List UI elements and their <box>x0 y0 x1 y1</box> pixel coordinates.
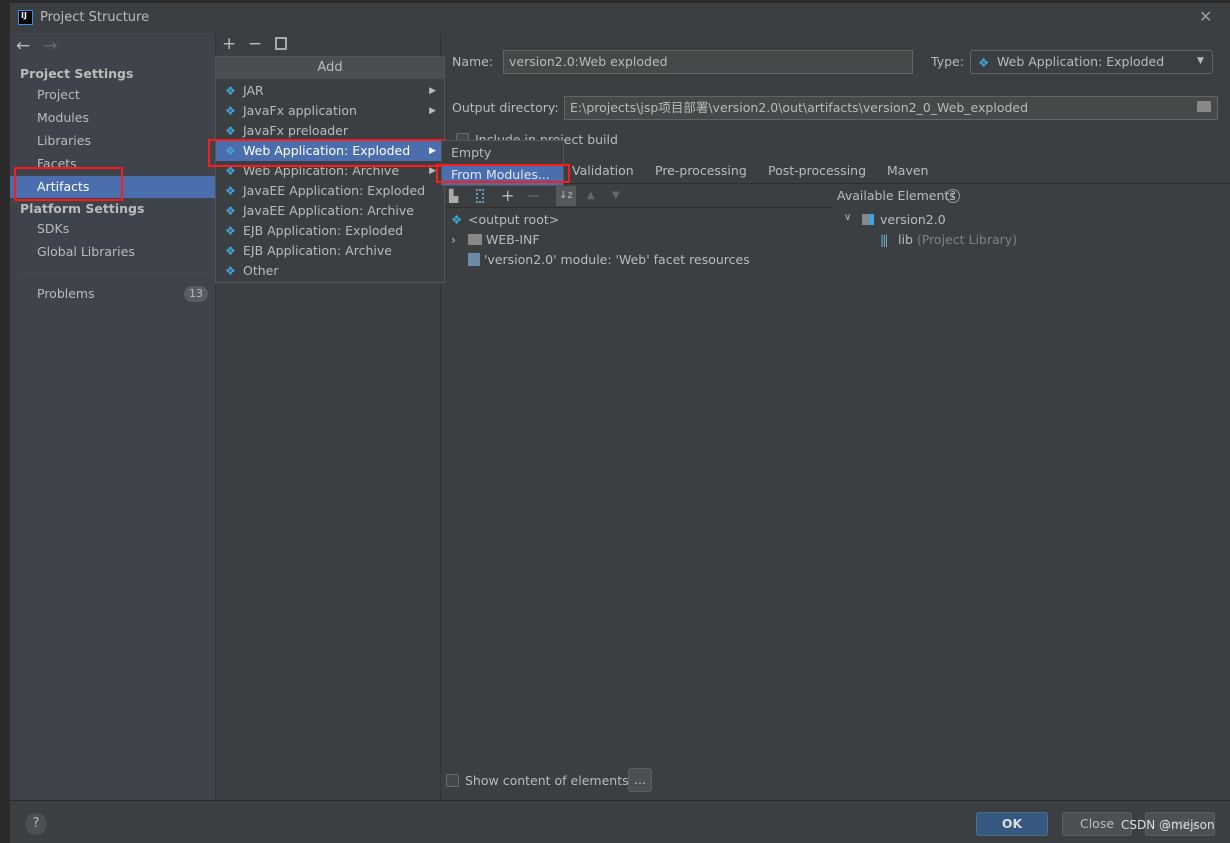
tree-output-root[interactable]: <output root> <box>468 212 559 227</box>
section-platform-settings: Platform Settings <box>20 201 145 216</box>
submenu-arrow-icon: ▶ <box>429 106 436 116</box>
tab-pre-processing[interactable]: Pre-processing <box>655 161 747 181</box>
label: EJB Application: Exploded <box>243 223 404 238</box>
remove-icon[interactable]: − <box>248 34 262 54</box>
menu-item-other[interactable]: ❖ Other <box>216 261 444 281</box>
sidebar-item-project[interactable]: Project <box>37 85 80 105</box>
remove-element-icon[interactable]: − <box>527 186 540 205</box>
name-label: Name: <box>452 54 494 69</box>
artifact-icon: ❖ <box>225 84 236 98</box>
lib-label: lib <box>898 232 913 247</box>
folder-icon[interactable] <box>1197 101 1211 112</box>
archive-icon[interactable] <box>476 189 484 203</box>
tab-maven[interactable]: Maven <box>887 161 928 181</box>
watermark: CSDN @mejson <box>1121 818 1215 832</box>
window-title: Project Structure <box>40 10 150 25</box>
problems-badge: 13 <box>184 286 208 302</box>
javaee-icon: ❖ <box>225 204 236 218</box>
submenu-item-empty[interactable]: Empty <box>442 142 563 163</box>
tab-post-processing[interactable]: Post-processing <box>768 161 866 181</box>
ellipsis-button[interactable]: ... <box>628 768 652 792</box>
library-icon: ||| <box>880 232 889 247</box>
tree-facet-resources[interactable]: 'version2.0' module: 'Web' facet resourc… <box>484 252 750 267</box>
available-elements-title: Available Elements <box>837 188 956 203</box>
submenu-arrow-icon: ▶ <box>429 86 436 96</box>
sort-icon[interactable]: ↓z <box>556 186 576 206</box>
type-value: Web Application: Exploded <box>997 54 1165 69</box>
tree-web-inf[interactable]: WEB-INF <box>486 232 540 247</box>
web-app-icon: ❖ <box>978 55 990 70</box>
sidebar-item-modules[interactable]: Modules <box>37 108 89 128</box>
tree-lib[interactable]: lib (Project Library) <box>898 232 1017 247</box>
help-button[interactable]: ? <box>25 813 47 835</box>
highlight-box-from-modules <box>436 164 570 183</box>
add-element-icon[interactable]: + <box>501 186 514 205</box>
show-content-checkbox[interactable] <box>446 774 459 787</box>
add-menu: Add ❖ JAR ▶ ❖ JavaFx application ▶ ❖ JavaFx p… <box>215 56 445 283</box>
add-menu-title: Add <box>216 57 444 79</box>
divider <box>20 273 207 274</box>
highlight-box-artifacts <box>14 167 123 201</box>
back-arrow-icon[interactable]: ← <box>16 36 30 56</box>
tab-validation[interactable]: Validation <box>572 161 634 181</box>
highlight-box-web-app-exploded <box>208 139 446 167</box>
show-content-label: Show content of elements <box>465 773 629 788</box>
sidebar-item-problems[interactable]: Problems <box>37 284 95 304</box>
name-input[interactable]: version2.0:Web exploded <box>503 50 913 74</box>
menu-item-javaee-exploded[interactable]: ❖ JavaEE Application: Exploded <box>216 181 444 201</box>
sidebar-item-libraries[interactable]: Libraries <box>37 131 91 151</box>
move-up-icon[interactable]: ▲ <box>587 190 595 201</box>
menu-item-javafx-preloader[interactable]: ❖ JavaFx preloader <box>216 121 444 141</box>
collapse-icon[interactable]: ∨ <box>844 212 851 223</box>
sidebar-item-sdks[interactable]: SDKs <box>37 219 69 239</box>
output-directory-label: Output directory: <box>452 100 559 115</box>
label: JavaEE Application: Archive <box>243 203 414 218</box>
menu-item-ejb-exploded[interactable]: ❖ EJB Application: Exploded <box>216 221 444 241</box>
intellij-logo-icon: IJ <box>18 10 33 25</box>
type-select[interactable]: Web Application: Exploded <box>970 50 1213 74</box>
menu-item-javaee-archive[interactable]: ❖ JavaEE Application: Archive <box>216 201 444 221</box>
label: JavaFx application <box>243 103 357 118</box>
label: Other <box>243 263 279 278</box>
lib-note: (Project Library) <box>916 232 1018 247</box>
ejb-icon: ❖ <box>225 224 236 238</box>
forward-arrow-icon[interactable]: → <box>43 36 57 56</box>
type-label: Type: <box>931 54 964 69</box>
title-bar <box>10 3 1230 33</box>
menu-item-jar[interactable]: ❖ JAR ▶ <box>216 81 444 101</box>
move-down-icon[interactable]: ▼ <box>612 190 620 201</box>
section-project-settings: Project Settings <box>20 66 134 81</box>
menu-item-ejb-archive[interactable]: ❖ EJB Application: Archive <box>216 241 444 261</box>
artifact-icon: ❖ <box>225 104 236 118</box>
label: JAR <box>243 83 264 98</box>
help-icon[interactable]: ? <box>946 189 960 203</box>
ok-button[interactable]: OK <box>976 812 1048 836</box>
tree-version2[interactable]: version2.0 <box>880 212 946 227</box>
web-facet-icon <box>468 253 480 266</box>
label: JavaEE Application: Exploded <box>243 183 426 198</box>
javaee-icon: ❖ <box>225 184 236 198</box>
close-icon[interactable]: ✕ <box>1199 7 1212 26</box>
expand-icon[interactable]: › <box>451 232 456 247</box>
output-directory-input[interactable]: E:\projects\jsp项目部署\version2.0\out\artif… <box>564 96 1218 120</box>
sidebar-item-global-libraries[interactable]: Global Libraries <box>37 242 135 262</box>
folder-icon <box>468 234 482 245</box>
artifact-icon: ❖ <box>225 124 236 138</box>
label: EJB Application: Archive <box>243 243 392 258</box>
copy-icon[interactable] <box>275 37 287 50</box>
ejb-icon: ❖ <box>225 244 236 258</box>
output-root-icon: ❖ <box>451 212 463 227</box>
add-icon[interactable]: + <box>222 34 236 54</box>
chevron-down-icon[interactable]: ▼ <box>1197 56 1204 66</box>
new-folder-icon[interactable]: ▙ <box>449 189 458 203</box>
toolbar-divider <box>442 207 832 208</box>
menu-item-javafx-application[interactable]: ❖ JavaFx application ▶ <box>216 101 444 121</box>
module-icon <box>862 214 874 225</box>
artifact-icon: ❖ <box>225 264 236 278</box>
label: JavaFx preloader <box>243 123 348 138</box>
